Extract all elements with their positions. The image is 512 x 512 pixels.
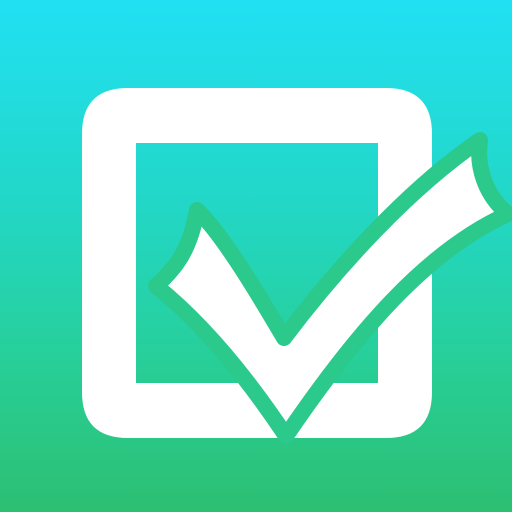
app-icon-artwork bbox=[0, 0, 512, 512]
app-icon bbox=[0, 0, 512, 512]
